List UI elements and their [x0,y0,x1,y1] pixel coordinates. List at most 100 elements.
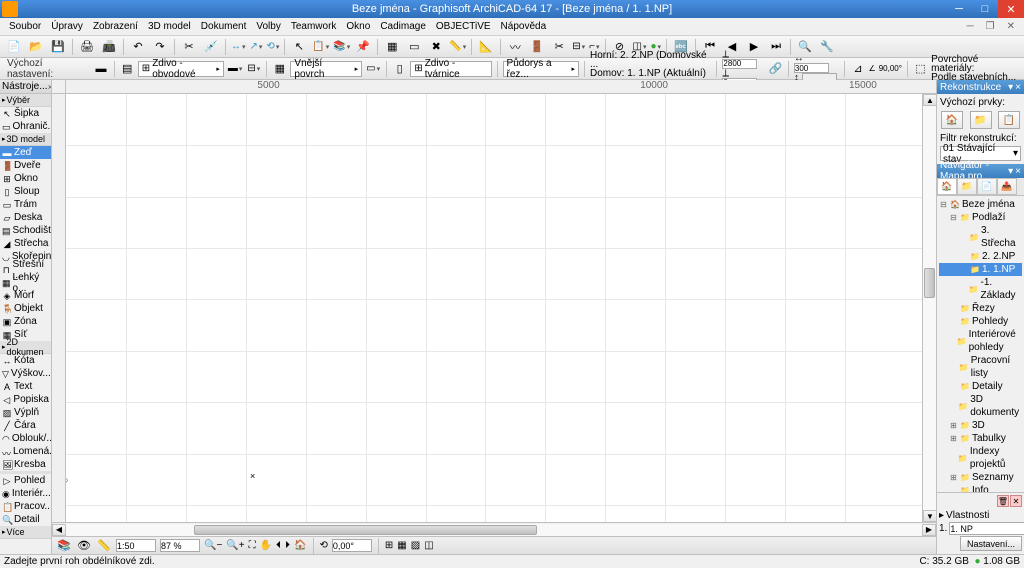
tree-indexy[interactable]: 📁Indexy projektů [939,445,1022,471]
rotate-dropdown[interactable]: ⟲▾ [265,40,280,53]
arrow-right-dropdown[interactable]: ↗▾ [249,40,264,53]
copy-dropdown[interactable]: 📋▾ [311,40,330,53]
tool-text[interactable]: AText [0,380,51,393]
prev-view-icon[interactable]: ⏴ [276,540,281,551]
surface-combo[interactable]: Vnější povrch▸ [290,61,362,77]
stack-dropdown[interactable]: 📚▾ [332,40,351,53]
zoom-in-icon[interactable]: 🔍+ [226,540,244,551]
wrench-icon[interactable]: 🔧 [817,38,837,56]
home-view-icon[interactable]: 🏠 [294,540,306,551]
new-icon[interactable]: 📄 [4,38,24,56]
zoom-out-icon[interactable]: 🔍− [204,540,222,551]
close-button[interactable]: ✕ [998,0,1024,18]
tree-detaily[interactable]: 📁Detaily [939,380,1022,393]
tool-vypln[interactable]: ▨Výplň [0,406,51,419]
tool-lomena[interactable]: 〰Lomená... [0,445,51,458]
measure-icon[interactable]: 📐 [476,38,496,56]
pin-icon[interactable]: 📌 [353,38,373,56]
tool-popiska[interactable]: ◁Popiska [0,393,51,406]
tool-ohranic[interactable]: ▭Ohranič... [0,120,51,133]
tool-objekt[interactable]: 🪑Objekt [0,302,51,315]
toolbox-cat-vice[interactable]: Více [0,526,51,539]
menu-napoveda[interactable]: Nápověda [496,21,552,32]
doc-restore-icon[interactable]: ❐ [981,21,1000,32]
tool-dvere[interactable]: 🚪Dveře [0,159,51,172]
angle-input[interactable] [332,539,372,552]
surface-mat-icon[interactable]: ⬚ [913,61,928,77]
tool-schodiste[interactable]: ▤Schodiště [0,224,51,237]
arrow-left-dropdown[interactable]: ↔▾ [230,40,247,53]
pan-icon[interactable]: ✋ [260,540,272,551]
ref-dropdown[interactable]: ⊟▾ [246,62,261,75]
undo-icon[interactable]: ↶ [128,38,148,56]
tool-lehky[interactable]: ▦Lehký o... [0,276,51,289]
curve-icon[interactable]: 〰 [505,38,525,56]
menu-soubor[interactable]: Soubor [4,21,46,32]
tree-root[interactable]: ⊟🏠Beze jména [939,198,1022,211]
tree-info[interactable]: 📁Info [939,484,1022,492]
drawing-canvas[interactable]: ○ × [66,94,922,522]
rekon-demo-button[interactable]: 📁 [970,111,992,129]
minimize-button[interactable]: ─ [946,0,972,18]
menu-zobrazeni[interactable]: Zobrazení [88,21,143,32]
tree-strecha[interactable]: 📁3. Střecha [939,224,1022,250]
cancel-icon[interactable]: ✖ [426,38,446,56]
tool-deska[interactable]: ▱Deska [0,211,51,224]
save-icon[interactable]: 💾 [48,38,68,56]
tool-detail[interactable]: 🔍Detail [0,513,51,526]
rekon-new-button[interactable]: 📋 [998,111,1020,129]
tool-cara[interactable]: ╱Čára [0,419,51,432]
menu-volby[interactable]: Volby [251,21,285,32]
print-icon[interactable]: 📠 [99,38,119,56]
tool-sipka[interactable]: ↖Šipka [0,107,51,120]
tree-seznamy[interactable]: ⊞📁Seznamy [939,471,1022,484]
material-combo[interactable]: ⊞Zdivo - tvárnice [410,61,491,77]
nav-dock-icon[interactable]: ▾ [1008,166,1013,177]
scissors-icon[interactable]: ✂ [549,38,569,56]
column-icon[interactable]: ▯ [392,61,407,77]
rekon-dock-icon[interactable]: ▾ [1008,82,1013,93]
menu-upravy[interactable]: Úpravy [46,21,88,32]
tree-interier[interactable]: 📁Interiérové pohledy [939,328,1022,354]
rekon-close-icon[interactable]: × [1015,82,1021,93]
nav-tab-layout[interactable]: 📄 [977,178,997,195]
d1-icon[interactable]: ⊞ [385,540,393,551]
nav-del-icon[interactable]: 🗑 [997,495,1009,507]
cursor-icon[interactable]: ↖ [289,38,309,56]
nav-tab-publisher[interactable]: 📤 [997,178,1017,195]
door-icon[interactable]: 🚪 [527,38,547,56]
menu-objective[interactable]: OBJECTiVE [431,21,496,32]
rekon-filter-combo[interactable]: 01 Stávající stav▾ [940,146,1021,161]
menu-teamwork[interactable]: Teamwork [286,21,342,32]
ruler-dropdown[interactable]: 📏▾ [448,40,467,53]
tool-pracov[interactable]: 📋Pracov... [0,500,51,513]
tree-3ddok[interactable]: 📁3D dokumenty [939,393,1022,419]
scale-input[interactable] [116,539,156,552]
toolbox-cat-vyber[interactable]: Výběr [0,94,51,107]
width-input[interactable] [794,63,829,73]
scrollbar-horizontal[interactable]: ◀ ▶ [52,522,936,536]
profile-dropdown[interactable]: ▭▾ [365,62,381,75]
menu-dokument[interactable]: Dokument [196,21,252,32]
tree-podlazi[interactable]: ⊟📁Podlaží [939,211,1022,224]
d2-icon[interactable]: ▦ [397,540,406,551]
structure-combo[interactable]: ⊞Zdivo - obvodové▸ [138,61,224,77]
zoom-pct-input[interactable] [160,539,200,552]
d4-icon[interactable]: ◫ [424,540,433,551]
rekon-existing-button[interactable]: 🏠 [941,111,963,129]
rotate-icon[interactable]: ⟲ [320,540,328,551]
redo-icon[interactable]: ↷ [150,38,170,56]
next-view-icon[interactable]: ⏵ [285,540,290,551]
tool-zona[interactable]: ▣Zóna [0,315,51,328]
open-icon[interactable]: 📂 [26,38,46,56]
trace-icon[interactable]: 👁 [76,538,92,554]
toolbox-cat-2d[interactable]: 2D dokumen [0,341,51,354]
menu-3dmodel[interactable]: 3D model [143,21,196,32]
tree-2np[interactable]: 📁2. 2.NP [939,250,1022,263]
tool-kresba[interactable]: 🖼Kresba [0,458,51,471]
split-dropdown[interactable]: ⊟▾ [571,40,586,53]
doc-close-icon[interactable]: ✕ [1002,21,1020,32]
tree-3d[interactable]: ⊞📁3D [939,419,1022,432]
plan-combo[interactable]: Půdorys a řez...▸ [503,61,580,77]
scale-icon[interactable]: 📏 [96,538,112,554]
